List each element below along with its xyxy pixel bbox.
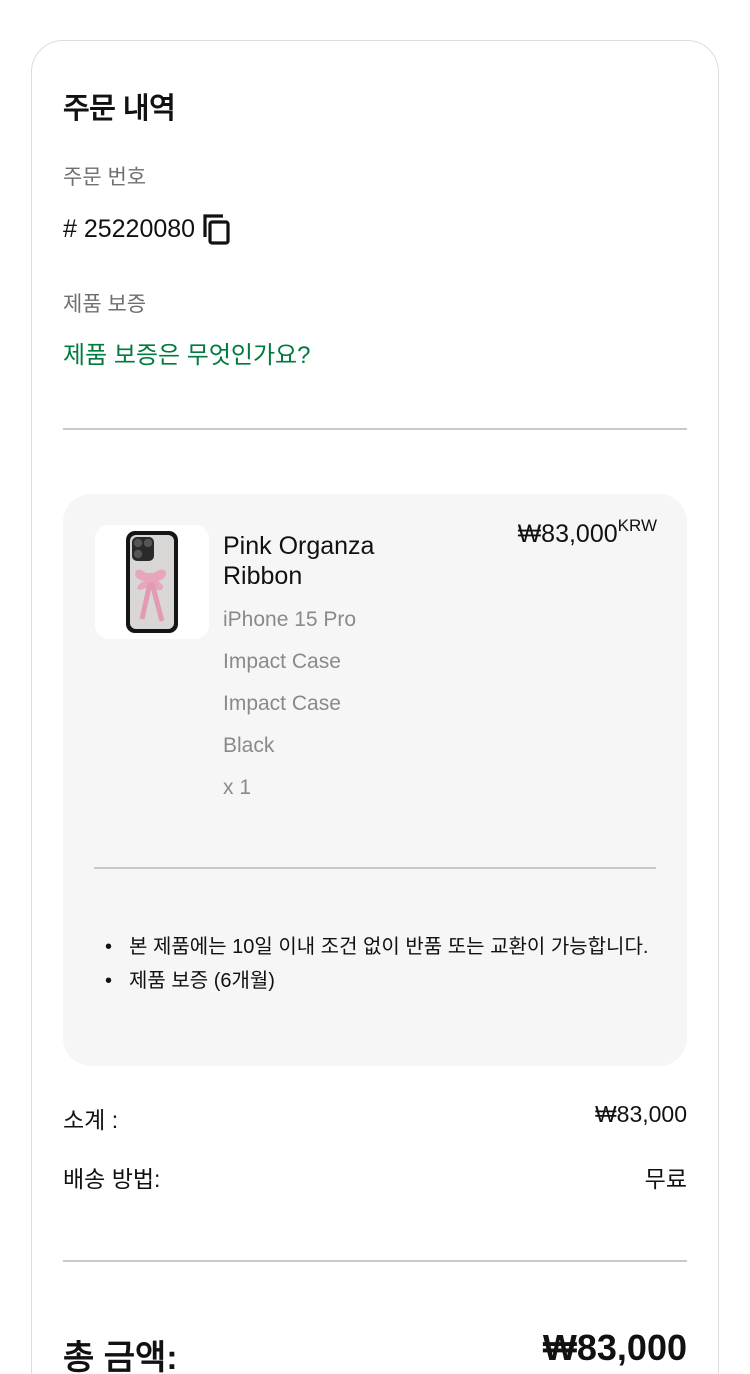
- order-details-title: 주문 내역: [63, 93, 176, 125]
- order-number-row: # 25220080: [63, 211, 235, 247]
- copy-icon[interactable]: [199, 211, 235, 247]
- product-price-value: ₩83,000: [517, 520, 618, 548]
- product-attribute: Black: [223, 734, 275, 757]
- price-currency: KRW: [617, 516, 657, 535]
- divider: [63, 428, 687, 430]
- subtotal-value: ₩83,000: [594, 1101, 687, 1127]
- product-attributes: iPhone 15 Pro Impact Case Impact Case Bl…: [223, 608, 356, 818]
- order-details-card: 주문 내역 주문 번호 # 25220080 제품 보증 제품 보증은 무엇인가…: [31, 40, 719, 1374]
- product-note: 본 제품에는 10일 이내 조건 없이 반품 또는 교환이 가능합니다.: [99, 930, 659, 964]
- subtotal-label: 소계 :: [63, 1107, 119, 1133]
- divider: [94, 867, 656, 869]
- product-thumbnail[interactable]: [95, 525, 209, 639]
- order-number-label: 주문 번호: [63, 166, 147, 189]
- phone-case-image: [126, 531, 178, 633]
- product-name[interactable]: Pink Organza Ribbon: [223, 531, 433, 591]
- total-amount-value: ₩83,000: [542, 1327, 687, 1368]
- product-attribute: Impact Case: [223, 650, 341, 673]
- product-attribute: iPhone 15 Pro: [223, 608, 357, 631]
- product-item-card: Pink Organza Ribbon ₩83,000KRW iPhone 15…: [63, 494, 687, 1066]
- total-amount-label: 총 금액:: [63, 1339, 178, 1374]
- product-note: 제품 보증 (6개월): [99, 964, 659, 998]
- divider: [63, 1260, 687, 1262]
- order-number: # 25220080: [63, 214, 196, 243]
- shipping-method-value: 무료: [644, 1166, 687, 1192]
- product-quantity: x 1: [223, 776, 252, 799]
- warranty-label: 제품 보증: [63, 293, 147, 316]
- warranty-info-link[interactable]: 제품 보증은 무엇인가요?: [63, 335, 310, 370]
- shipping-method-label: 배송 방법:: [63, 1166, 161, 1192]
- product-attribute: Impact Case: [223, 692, 341, 715]
- product-price: ₩83,000KRW: [517, 516, 657, 549]
- product-notes-list: 본 제품에는 10일 이내 조건 없이 반품 또는 교환이 가능합니다. 제품 …: [99, 930, 659, 998]
